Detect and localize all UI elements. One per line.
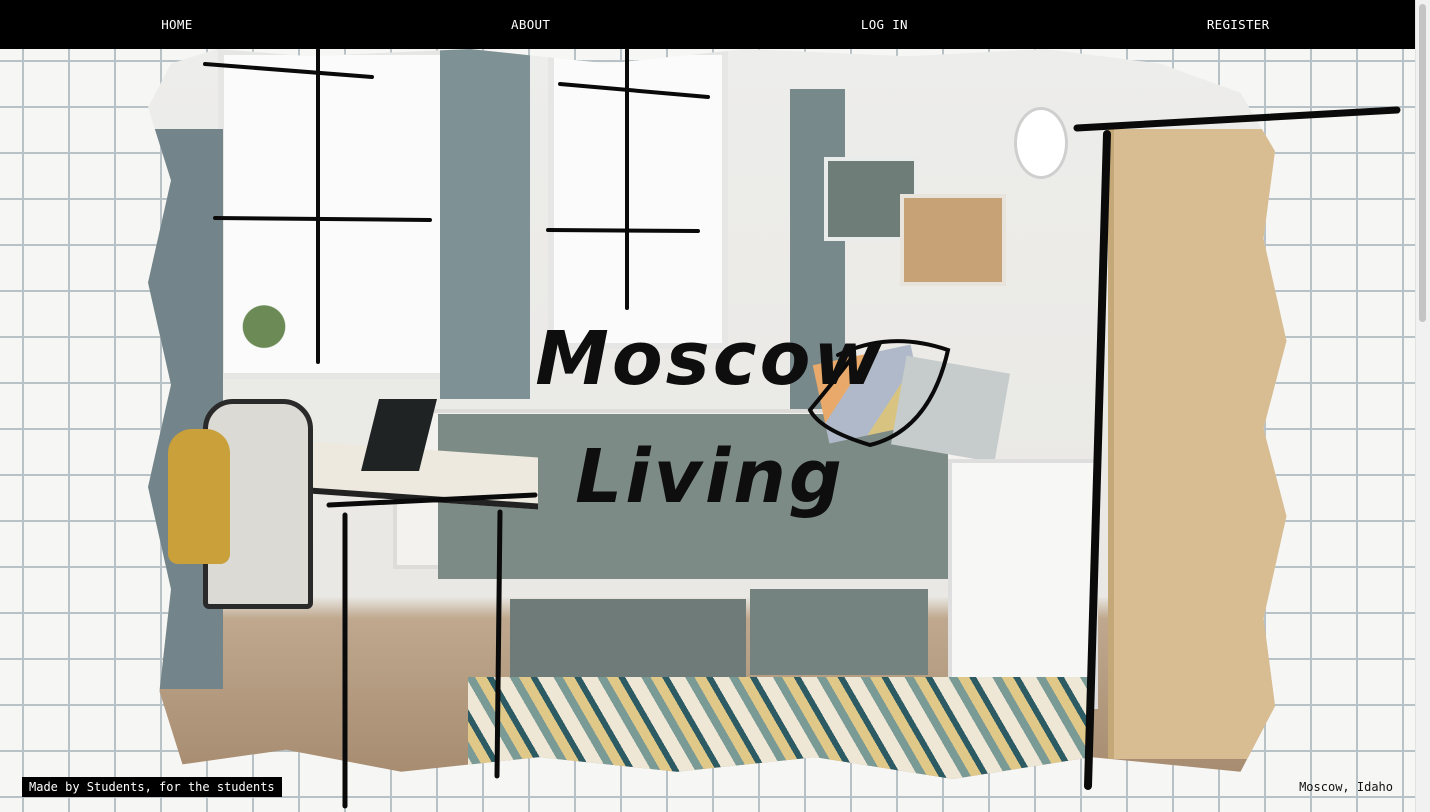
backpack bbox=[168, 429, 230, 564]
location-label: Moscow, Idaho bbox=[1299, 780, 1393, 794]
nav-register-link[interactable]: REGISTER bbox=[1061, 17, 1415, 32]
patterned-rug bbox=[468, 677, 1088, 779]
navbar: HOME ABOUT LOG IN REGISTER bbox=[0, 0, 1415, 49]
nav-home-link[interactable]: HOME bbox=[0, 17, 354, 32]
scrollbar-thumb[interactable] bbox=[1419, 4, 1426, 322]
potted-plant bbox=[240, 301, 288, 365]
tagline-badge: Made by Students, for the students bbox=[22, 777, 282, 797]
nav-about-link[interactable]: ABOUT bbox=[354, 17, 708, 32]
vertical-scrollbar[interactable] bbox=[1415, 0, 1430, 812]
wall-shelf-wood bbox=[900, 194, 1006, 286]
wardrobe bbox=[1108, 129, 1287, 759]
nav-login-link[interactable]: LOG IN bbox=[708, 17, 1062, 32]
site-title: Moscow Living bbox=[530, 300, 890, 536]
storage-box-1 bbox=[510, 599, 746, 687]
storage-box-2 bbox=[750, 589, 928, 675]
pillow-grey bbox=[890, 355, 1011, 463]
title-line-moscow: Moscow bbox=[535, 316, 885, 402]
nightstand bbox=[948, 459, 1098, 709]
wall-clock bbox=[1014, 107, 1068, 179]
curtain-middle bbox=[440, 49, 530, 399]
title-line-living: Living bbox=[575, 434, 845, 520]
